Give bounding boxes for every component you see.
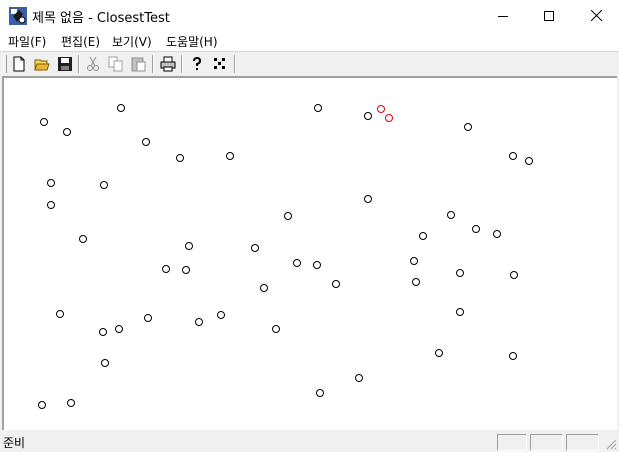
maximize-icon — [544, 10, 554, 21]
point-marker — [144, 314, 152, 322]
point-marker — [447, 211, 455, 219]
point-marker — [509, 152, 517, 160]
app-window: 제목 없음 - ClosestTest 파일(F) 편집(E) 보기(V) 도움… — [0, 0, 619, 452]
point-marker — [56, 310, 64, 318]
point-marker — [162, 265, 170, 273]
new-file-icon — [13, 56, 25, 72]
point-marker — [217, 311, 225, 319]
point-marker — [63, 128, 71, 136]
open-folder-icon — [34, 59, 50, 71]
cut-icon — [87, 56, 99, 71]
status-bar: 준비 — [0, 431, 619, 452]
closest-pair-marker — [377, 105, 385, 113]
closest-pair-button[interactable] — [210, 54, 230, 74]
point-marker — [293, 259, 301, 267]
point-marker — [195, 318, 203, 326]
point-marker — [101, 359, 109, 367]
point-marker — [314, 104, 322, 112]
point-marker — [47, 179, 55, 187]
toolbar-separator — [78, 55, 80, 73]
toolbar-separator — [152, 55, 154, 73]
point-marker — [117, 104, 125, 112]
status-pane — [530, 434, 563, 451]
point-marker — [472, 225, 480, 233]
point-marker — [456, 308, 464, 316]
point-marker — [142, 138, 150, 146]
point-marker — [525, 157, 533, 165]
point-marker — [435, 349, 443, 357]
toolbar — [0, 51, 619, 75]
maximize-button[interactable] — [526, 0, 572, 31]
point-marker — [40, 118, 48, 126]
point-marker — [419, 232, 427, 240]
status-text: 준비 — [3, 436, 26, 450]
point-marker — [38, 401, 46, 409]
save-button[interactable] — [55, 54, 75, 74]
points-plot — [38, 104, 533, 409]
menu-view[interactable]: 보기(V) — [112, 33, 152, 50]
point-marker — [272, 325, 280, 333]
point-marker — [410, 257, 418, 265]
point-marker — [67, 399, 75, 407]
point-marker — [260, 284, 268, 292]
dots-icon — [214, 58, 225, 69]
window-title: 제목 없음 - ClosestTest — [32, 11, 170, 26]
save-icon — [58, 57, 72, 71]
about-button[interactable] — [187, 54, 207, 74]
copy-button[interactable] — [106, 54, 126, 74]
paste-icon — [131, 57, 146, 72]
open-button[interactable] — [32, 54, 52, 74]
point-marker — [364, 112, 372, 120]
close-icon — [590, 10, 602, 21]
menu-edit[interactable]: 편집(E) — [61, 33, 100, 50]
point-marker — [284, 212, 292, 220]
point-marker — [226, 152, 234, 160]
point-marker — [364, 195, 372, 203]
app-icon — [9, 7, 27, 25]
title-bar[interactable]: 제목 없음 - ClosestTest — [0, 0, 619, 31]
point-marker — [355, 374, 363, 382]
point-marker — [464, 123, 472, 131]
point-marker — [100, 181, 108, 189]
drawing-canvas[interactable] — [2, 76, 617, 430]
paste-button[interactable] — [129, 54, 149, 74]
help-icon — [193, 56, 202, 70]
point-marker — [182, 266, 190, 274]
point-marker — [115, 325, 123, 333]
point-marker — [332, 280, 340, 288]
point-marker — [493, 230, 501, 238]
closest-pair-marker — [385, 114, 393, 122]
new-button[interactable] — [9, 54, 29, 74]
close-button[interactable] — [573, 0, 619, 31]
status-pane — [566, 434, 599, 451]
minimize-button[interactable] — [480, 0, 526, 31]
point-marker — [456, 269, 464, 277]
print-button[interactable] — [158, 54, 178, 74]
toolbar-separator — [234, 55, 236, 73]
point-marker — [79, 235, 87, 243]
point-marker — [509, 352, 517, 360]
menu-help[interactable]: 도움말(H) — [166, 33, 218, 50]
point-marker — [47, 201, 55, 209]
toolbar-separator — [181, 55, 183, 73]
cut-button[interactable] — [83, 54, 103, 74]
point-marker — [313, 261, 321, 269]
print-icon — [160, 56, 176, 72]
point-marker — [316, 389, 324, 397]
menu-file[interactable]: 파일(F) — [8, 33, 46, 50]
toolbar-grip[interactable] — [3, 55, 7, 73]
point-marker — [99, 328, 107, 336]
point-marker — [510, 271, 518, 279]
minimize-icon — [498, 15, 508, 17]
copy-icon — [108, 56, 123, 72]
point-marker — [412, 278, 420, 286]
status-pane — [497, 434, 527, 451]
resize-grip-icon[interactable] — [605, 438, 617, 450]
point-marker — [251, 244, 259, 252]
point-marker — [185, 242, 193, 250]
point-marker — [176, 154, 184, 162]
menu-bar: 파일(F) 편집(E) 보기(V) 도움말(H) — [0, 31, 619, 51]
